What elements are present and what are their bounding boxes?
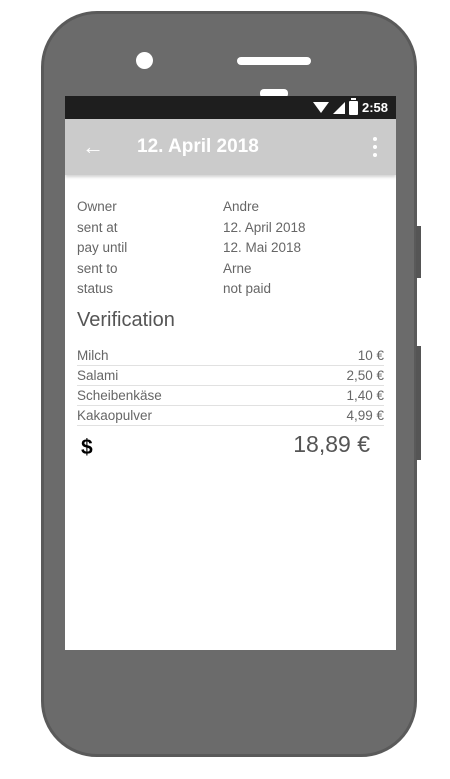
signal-icon (332, 101, 345, 114)
invoice-content: Owner Andre sent at 12. April 2018 pay u… (65, 175, 396, 460)
detail-label: sent at (77, 219, 118, 235)
detail-row-sent-at: sent at 12. April 2018 (77, 218, 384, 239)
detail-value: not paid (223, 281, 272, 296)
item-name: Kakaopulver (77, 407, 153, 423)
detail-label: sent to (77, 260, 118, 276)
camera-icon (136, 52, 153, 69)
detail-value: Andre (223, 199, 260, 214)
detail-row-owner: Owner Andre (77, 197, 384, 218)
power-button[interactable] (416, 346, 421, 460)
app-screen: 2:58 ← 12. April 2018 Owner Andre sent a… (65, 96, 396, 650)
total-amount: 18,89 € (293, 431, 370, 457)
item-name: Salami (77, 367, 119, 383)
detail-row-sent-to: sent to Arne (77, 259, 384, 280)
app-bar: ← 12. April 2018 (65, 119, 396, 175)
detail-value: Arne (223, 260, 252, 276)
list-item: Salami 2,50 € (77, 366, 384, 386)
item-price: 1,40 € (346, 387, 384, 403)
detail-label: pay until (77, 240, 128, 255)
verification-title: Verification (77, 308, 175, 331)
list-item: Scheibenkäse 1,40 € (77, 386, 384, 406)
item-price: 10 € (357, 347, 384, 363)
status-time: 2:58 (361, 100, 388, 115)
speaker-grille (237, 57, 311, 65)
total-row: $ 18,89 € (77, 430, 384, 460)
item-price: 4,99 € (346, 407, 384, 423)
list-item: Milch 10 € (77, 346, 384, 366)
detail-row-status: status not paid (77, 279, 384, 300)
wifi-icon (312, 102, 329, 113)
item-name: Scheibenkäse (77, 387, 162, 403)
volume-button[interactable] (416, 226, 421, 278)
back-arrow-icon[interactable]: ← (81, 134, 105, 159)
detail-label: status (77, 281, 114, 296)
item-price: 2,50 € (346, 367, 384, 383)
detail-label: Owner (77, 199, 117, 214)
detail-value: 12. Mai 2018 (223, 240, 302, 255)
page-title: 12. April 2018 (137, 136, 259, 157)
detail-row-pay-until: pay until 12. Mai 2018 (77, 238, 384, 259)
detail-value: 12. April 2018 (223, 219, 306, 235)
list-item: Kakaopulver 4,99 € (77, 406, 384, 426)
battery-icon (348, 97, 358, 115)
status-bar: 2:58 (65, 96, 396, 119)
more-options-icon[interactable] (372, 137, 378, 157)
dollar-icon: $ (81, 435, 93, 459)
item-name: Milch (77, 347, 109, 363)
